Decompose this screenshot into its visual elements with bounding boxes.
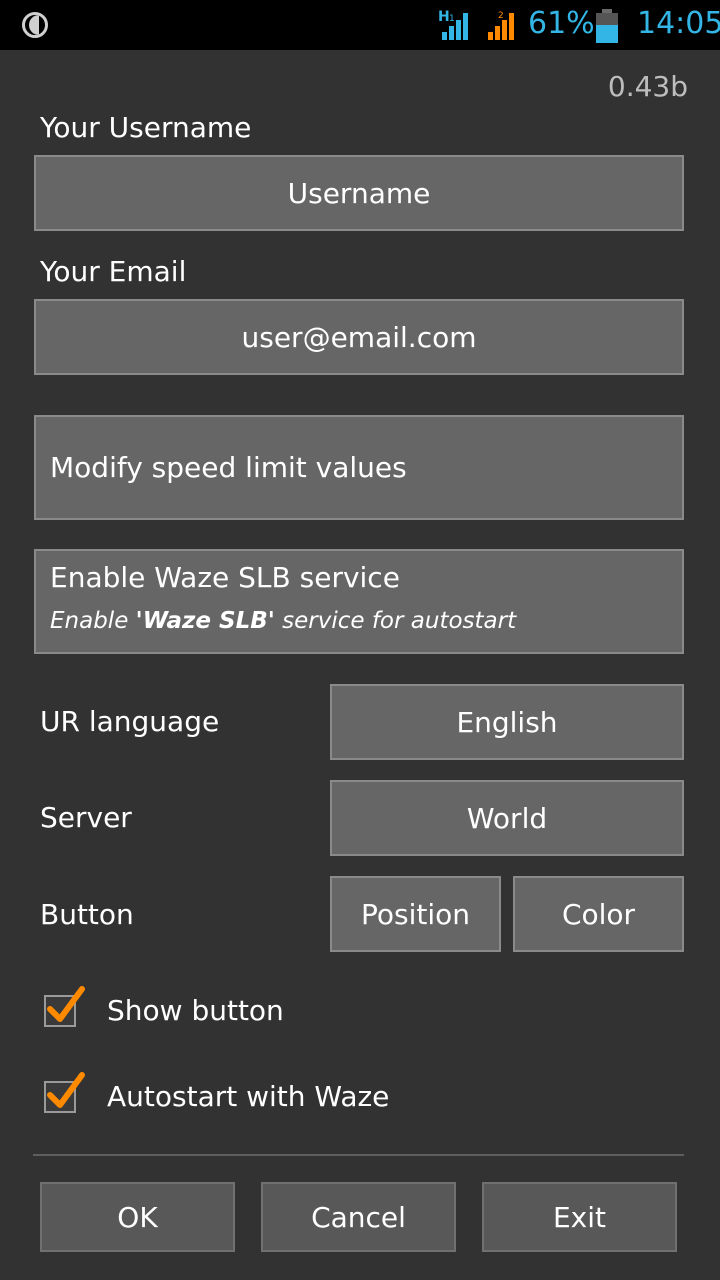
version-label: 0.43b [607, 70, 688, 103]
svg-text:2: 2 [498, 11, 504, 21]
button-label: Button [40, 898, 134, 931]
status-bar: H 1 2 61% 14:05 [0, 0, 720, 50]
battery-icon [596, 9, 618, 43]
ur-language-select[interactable]: English [330, 684, 684, 760]
email-field[interactable]: user@email.com [34, 299, 684, 375]
autostart-checkbox[interactable] [44, 1072, 85, 1113]
email-label: Your Email [40, 255, 187, 288]
clock: 14:05 [637, 6, 720, 41]
do-not-disturb-icon [22, 12, 48, 38]
cancel-button[interactable]: Cancel [261, 1182, 456, 1252]
slb-service-title: Enable Waze SLB service [50, 561, 400, 594]
slb-service-subtitle: Enable 'Waze SLB' service for autostart [50, 608, 517, 634]
battery-percent: 61% [528, 6, 595, 41]
exit-button[interactable]: Exit [482, 1182, 677, 1252]
position-button[interactable]: Position [330, 876, 501, 952]
show-button-label: Show button [107, 994, 284, 1027]
username-label: Your Username [40, 111, 252, 144]
ur-language-label: UR language [40, 705, 220, 738]
server-label: Server [40, 801, 132, 834]
checkmark-icon [47, 986, 85, 1022]
divider [33, 1154, 684, 1156]
username-field[interactable]: Username [34, 155, 684, 231]
speed-limit-label: Modify speed limit values [50, 451, 407, 484]
svg-text:1: 1 [449, 14, 455, 24]
checkmark-icon [47, 1072, 85, 1108]
show-button-checkbox[interactable] [44, 986, 85, 1027]
slb-service-toggle[interactable]: Enable Waze SLB service Enable 'Waze SLB… [34, 549, 684, 654]
autostart-label: Autostart with Waze [107, 1080, 390, 1113]
server-select[interactable]: World [330, 780, 684, 856]
speed-limit-button[interactable]: Modify speed limit values [34, 415, 684, 520]
svg-text:H: H [438, 9, 450, 25]
color-button[interactable]: Color [513, 876, 684, 952]
ok-button[interactable]: OK [40, 1182, 235, 1252]
signal-h-icon: H 1 [438, 9, 468, 40]
signal-2-icon: 2 [488, 11, 514, 40]
